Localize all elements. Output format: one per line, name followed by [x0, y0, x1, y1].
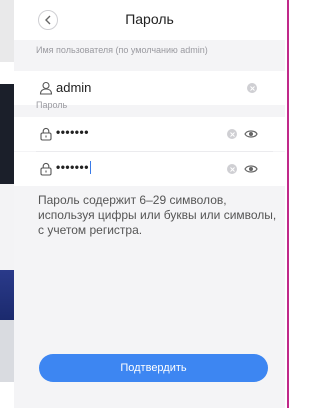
page-title: Пароль — [125, 11, 174, 27]
password-label: Пароль — [36, 100, 68, 110]
confirm-password-value: ••••••• — [56, 160, 91, 175]
clear-icon[interactable] — [247, 83, 257, 93]
eye-icon[interactable] — [244, 128, 258, 140]
password-field[interactable]: ••••••• — [14, 117, 285, 151]
user-icon — [39, 81, 53, 95]
password-sheet: Пароль Имя пользователя (по умолчанию ad… — [14, 0, 285, 408]
edge-line — [287, 0, 289, 408]
lock-icon — [40, 127, 52, 141]
password-value: ••••••• — [56, 125, 89, 139]
background-strip — [0, 270, 14, 320]
username-label: Имя пользователя (по умолчанию admin) — [36, 45, 208, 55]
eye-icon[interactable] — [244, 163, 258, 175]
background-strip — [0, 84, 14, 184]
username-value: admin — [56, 80, 92, 95]
clear-icon[interactable] — [227, 164, 237, 174]
confirm-button[interactable]: Подтвердить — [39, 354, 268, 382]
background-strip — [0, 320, 14, 382]
confirm-password-field[interactable]: ••••••• — [14, 152, 285, 186]
header: Пароль — [14, 0, 285, 40]
clear-icon[interactable] — [227, 129, 237, 139]
background-strip — [0, 0, 14, 62]
password-hint: Пароль содержит 6–29 символов, используя… — [38, 193, 277, 237]
text-caret — [89, 161, 91, 175]
lock-icon — [40, 162, 52, 176]
confirm-password-text: ••••••• — [56, 160, 89, 174]
background-strip — [0, 184, 14, 270]
